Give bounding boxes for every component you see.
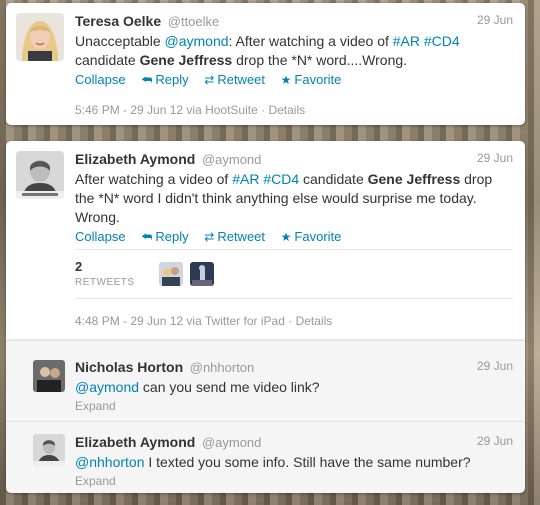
- retweet-button[interactable]: ⇄ Retweet: [204, 229, 265, 244]
- mention-link[interactable]: @aymond: [165, 33, 229, 49]
- hashtag-link[interactable]: #AR: [232, 171, 259, 187]
- details-link[interactable]: Details: [268, 103, 305, 117]
- text-segment: Unacceptable: [75, 33, 165, 49]
- details-link[interactable]: Details: [296, 314, 333, 328]
- text-segment: candidate: [75, 52, 140, 68]
- tweet-meta: 4:48 PM - 29 Jun 12 via Twitter for iPad…: [75, 314, 513, 328]
- favorite-label: Favorite: [294, 72, 342, 87]
- avatar[interactable]: [33, 434, 65, 466]
- tweet-card[interactable]: Teresa Oelke @ttoelke 29 Jun Unacceptabl…: [6, 3, 525, 125]
- tweet-text: @nhhorton I texted you some info. Still …: [75, 453, 513, 472]
- meta-separator: ·: [257, 103, 269, 117]
- author-fullname[interactable]: Elizabeth Aymond: [75, 151, 195, 167]
- reply-tweet[interactable]: Nicholas Horton @nhhorton 29 Jun @aymond…: [6, 341, 525, 417]
- hashtag-link[interactable]: #CD4: [424, 33, 460, 49]
- tweet-header: Elizabeth Aymond @aymond 29 Jun: [75, 151, 513, 169]
- retweet-button[interactable]: ⇄ Retweet: [204, 72, 265, 87]
- star-icon: ★: [280, 73, 292, 87]
- tweet-timestamp[interactable]: 29 Jun: [477, 13, 513, 27]
- timeline: Teresa Oelke @ttoelke 29 Jun Unacceptabl…: [6, 0, 525, 505]
- tweet-text: After watching a video of #AR #CD4 candi…: [75, 170, 513, 227]
- retweeter-avatars: [159, 262, 217, 286]
- author-username[interactable]: @aymond: [202, 152, 261, 167]
- avatar[interactable]: [16, 151, 64, 199]
- author-fullname[interactable]: Teresa Oelke: [75, 13, 161, 29]
- expand-link[interactable]: Expand: [75, 399, 513, 413]
- tweet-actions: Collapse ⮪ Reply ⇄ Retweet ★ Favorite: [75, 72, 513, 90]
- tweet-content: Teresa Oelke @ttoelke 29 Jun Unacceptabl…: [75, 13, 513, 117]
- star-icon: ★: [280, 230, 292, 244]
- mention-link[interactable]: @aymond: [75, 379, 139, 395]
- tweet-timestamp[interactable]: 29 Jun: [477, 434, 513, 448]
- reply-arrow-icon: ⮪: [141, 230, 153, 244]
- tweet-text: @aymond can you send me video link?: [75, 378, 513, 397]
- reply-arrow-icon: ⮪: [141, 73, 153, 87]
- retweet-icon: ⇄: [204, 73, 215, 87]
- favorite-label: Favorite: [294, 229, 342, 244]
- avatar[interactable]: [33, 360, 65, 392]
- author-username[interactable]: @aymond: [202, 435, 261, 450]
- collapse-label: Collapse: [75, 229, 126, 244]
- tweet-header: Nicholas Horton @nhhorton 29 Jun: [75, 359, 513, 377]
- collapse-button[interactable]: Collapse: [75, 229, 126, 244]
- bold-text: Gene Jeffress: [367, 171, 461, 187]
- avatar[interactable]: [16, 13, 64, 61]
- retweet-count-label: RETWEETS: [75, 277, 135, 288]
- reply-tweet[interactable]: Elizabeth Aymond @aymond 29 Jun @nhhorto…: [6, 421, 525, 497]
- retweet-count[interactable]: 2: [75, 259, 82, 274]
- collapse-label: Collapse: [75, 72, 126, 87]
- tweet-datetime[interactable]: 4:48 PM - 29 Jun 12 via Twitter for iPad: [75, 314, 285, 328]
- hashtag-link[interactable]: #CD4: [263, 171, 299, 187]
- retweet-label: Retweet: [217, 72, 266, 87]
- meta-separator: ·: [284, 314, 296, 328]
- text-segment: can you send me video link?: [139, 379, 320, 395]
- retweeter-avatar[interactable]: [189, 262, 214, 286]
- tweet-datetime[interactable]: 5:46 PM - 29 Jun 12 via HootSuite: [75, 103, 258, 117]
- tweet-timestamp[interactable]: 29 Jun: [477, 151, 513, 165]
- expand-link[interactable]: Expand: [75, 474, 513, 488]
- tweet-timestamp[interactable]: 29 Jun: [477, 359, 513, 373]
- bold-text: Gene Jeffress: [139, 52, 233, 68]
- tweet-actions: Collapse ⮪ Reply ⇄ Retweet ★ Favorite: [75, 229, 513, 247]
- retweet-icon: ⇄: [204, 230, 215, 244]
- retweeter-avatar[interactable]: [159, 262, 183, 286]
- tweet-header: Teresa Oelke @ttoelke 29 Jun: [75, 13, 513, 31]
- tweet-content: Elizabeth Aymond @aymond 29 Jun @nhhorto…: [75, 434, 513, 488]
- author-username[interactable]: @nhhorton: [190, 360, 255, 375]
- tweet-header: Elizabeth Aymond @aymond 29 Jun: [75, 434, 513, 452]
- retweet-stats: 2 RETWEETS: [75, 249, 513, 299]
- reply-button[interactable]: ⮪ Reply: [141, 229, 188, 244]
- hashtag-link[interactable]: #AR: [393, 33, 420, 49]
- text-segment: After watching a video of: [75, 171, 233, 187]
- replies-section: Nicholas Horton @nhhorton 29 Jun @aymond…: [6, 340, 525, 493]
- text-segment: : After watching a video of: [228, 33, 393, 49]
- mention-link[interactable]: @nhhorton: [75, 454, 144, 470]
- retweet-label: Retweet: [217, 229, 266, 244]
- favorite-button[interactable]: ★ Favorite: [281, 72, 342, 87]
- tweet-card[interactable]: Elizabeth Aymond @aymond 29 Jun After wa…: [6, 141, 525, 340]
- author-fullname[interactable]: Elizabeth Aymond: [75, 434, 195, 450]
- tweet-content: Nicholas Horton @nhhorton 29 Jun @aymond…: [75, 359, 513, 413]
- author-username[interactable]: @ttoelke: [168, 14, 220, 29]
- tweet-content: Elizabeth Aymond @aymond 29 Jun After wa…: [75, 151, 513, 247]
- author-fullname[interactable]: Nicholas Horton: [75, 359, 183, 375]
- reply-button[interactable]: ⮪ Reply: [141, 72, 188, 87]
- reply-label: Reply: [155, 72, 189, 87]
- text-segment: I texted you some info. Still have the s…: [144, 454, 471, 470]
- text-segment: candidate: [299, 171, 368, 187]
- favorite-button[interactable]: ★ Favorite: [281, 229, 342, 244]
- tweet-text: Unacceptable @aymond: After watching a v…: [75, 32, 513, 70]
- text-segment: drop the *N* word....Wrong.: [232, 52, 408, 68]
- tweet-meta-wrap: 4:48 PM - 29 Jun 12 via Twitter for iPad…: [75, 314, 513, 328]
- reply-label: Reply: [155, 229, 189, 244]
- tweet-meta: 5:46 PM - 29 Jun 12 via HootSuite · Deta…: [75, 103, 513, 117]
- collapse-button[interactable]: Collapse: [75, 72, 126, 87]
